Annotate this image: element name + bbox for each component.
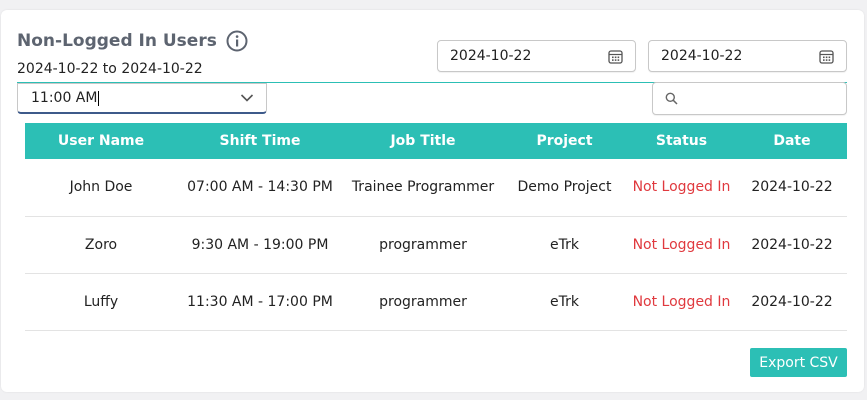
cell-status: Not Logged In (626, 216, 737, 274)
header: Non-Logged In Users (17, 30, 248, 52)
cell-user-name: Luffy (25, 273, 177, 331)
end-date-value: 2024-10-22 (661, 48, 743, 64)
column-header-user-name[interactable]: User Name (25, 123, 177, 159)
date-range-label: 2024-10-22 to 2024-10-22 (17, 61, 203, 77)
column-header-shift-time[interactable]: Shift Time (177, 123, 343, 159)
text-caret (98, 90, 100, 106)
cell-project: Demo Project (503, 159, 626, 217)
calendar-icon[interactable] (608, 49, 623, 64)
column-header-date[interactable]: Date (737, 123, 847, 159)
cell-project: eTrk (503, 273, 626, 331)
cell-job-title: programmer (343, 216, 503, 274)
calendar-icon[interactable] (819, 49, 834, 64)
cell-status: Not Logged In (626, 273, 737, 331)
cell-date: 2024-10-22 (737, 273, 847, 331)
table-header-row: User Name Shift Time Job Title Project S… (25, 123, 847, 159)
table-row: John Doe 07:00 AM - 14:30 PM Trainee Pro… (25, 159, 847, 217)
cell-user-name: John Doe (25, 159, 177, 217)
search-input[interactable] (686, 91, 836, 106)
cell-project: eTrk (503, 216, 626, 274)
cell-date: 2024-10-22 (737, 159, 847, 217)
cell-user-name: Zoro (25, 216, 177, 274)
cell-job-title: Trainee Programmer (343, 159, 503, 217)
info-icon[interactable] (226, 30, 248, 52)
cell-shift-time: 07:00 AM - 14:30 PM (177, 159, 343, 217)
export-csv-button[interactable]: Export CSV (750, 348, 847, 377)
start-date-input[interactable]: 2024-10-22 (437, 40, 636, 72)
column-header-job-title[interactable]: Job Title (343, 123, 503, 159)
time-select-value: 11:00 AM (31, 90, 100, 106)
table-row: Luffy 11:30 AM - 17:00 PM programmer eTr… (25, 273, 847, 331)
end-date-input[interactable]: 2024-10-22 (648, 40, 847, 72)
page-title: Non-Logged In Users (17, 31, 217, 51)
table-row: Zoro 9:30 AM - 19:00 PM programmer eTrk … (25, 216, 847, 274)
cell-date: 2024-10-22 (737, 216, 847, 274)
cell-job-title: programmer (343, 273, 503, 331)
chevron-down-icon[interactable] (240, 93, 254, 103)
users-table: User Name Shift Time Job Title Project S… (25, 123, 847, 331)
time-select[interactable]: 11:00 AM (17, 83, 267, 114)
cell-status: Not Logged In (626, 159, 737, 217)
column-header-project[interactable]: Project (503, 123, 626, 159)
search-icon (665, 92, 678, 105)
search-box[interactable] (652, 82, 847, 115)
column-header-status[interactable]: Status (626, 123, 737, 159)
cell-shift-time: 9:30 AM - 19:00 PM (177, 216, 343, 274)
cell-shift-time: 11:30 AM - 17:00 PM (177, 273, 343, 331)
start-date-value: 2024-10-22 (450, 48, 532, 64)
